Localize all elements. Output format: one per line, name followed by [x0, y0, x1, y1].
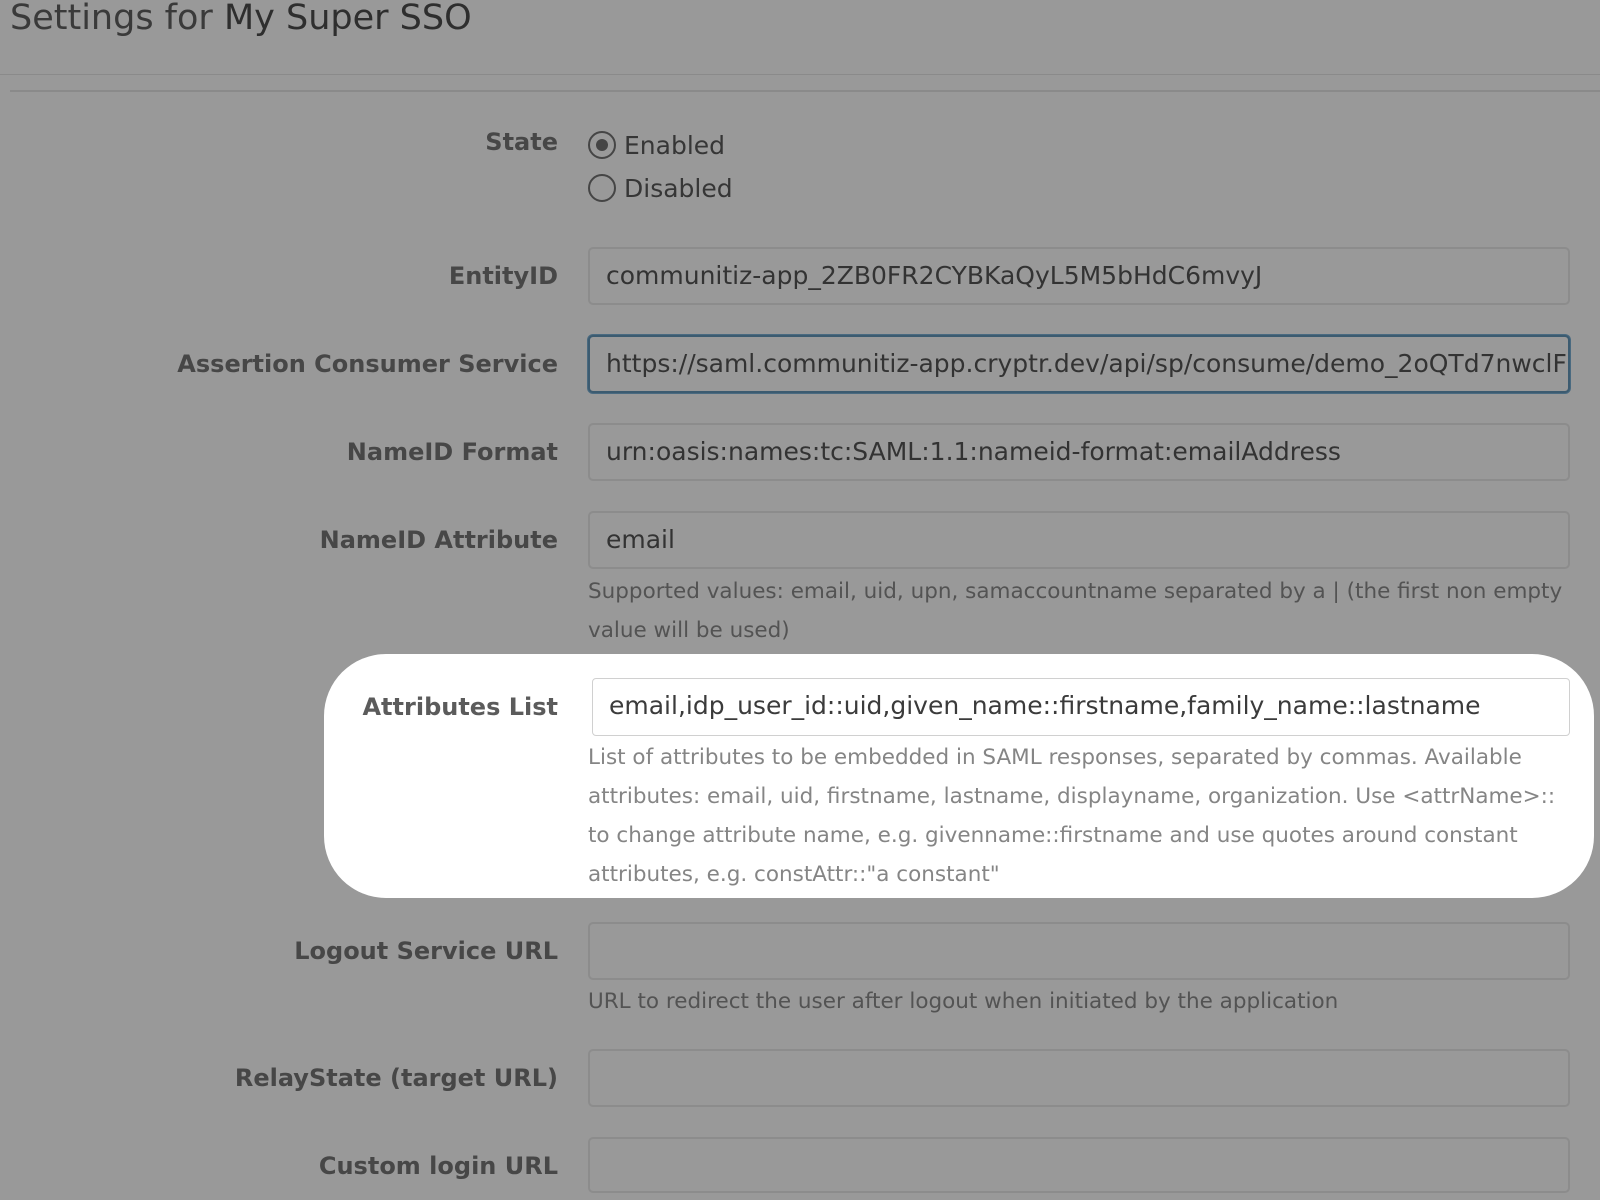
settings-page: Settings for My Super SSO State Enabled …	[0, 0, 1600, 1200]
page-title: Settings for My Super SSO	[10, 0, 472, 40]
header-divider	[0, 74, 1600, 75]
logout-url-label: Logout Service URL	[294, 937, 558, 965]
logout-url-input[interactable]	[588, 922, 1570, 980]
nameid-attribute-input[interactable]: email	[588, 511, 1570, 569]
relay-state-input[interactable]	[588, 1049, 1570, 1107]
relay-state-label: RelayState (target URL)	[234, 1064, 558, 1092]
acs-input[interactable]: https://saml.communitiz-app.cryptr.dev/a…	[588, 335, 1570, 393]
state-disabled-label: Disabled	[624, 173, 733, 203]
page-title-prefix: Settings for	[10, 0, 213, 38]
state-label: State	[485, 128, 558, 156]
custom-login-input[interactable]	[588, 1137, 1570, 1193]
custom-login-label: Custom login URL	[318, 1152, 558, 1180]
entity-id-label: EntityID	[448, 262, 558, 290]
section-divider	[10, 90, 1600, 92]
state-enabled-radio[interactable]: Enabled	[588, 125, 725, 165]
page-title-name: My Super SSO	[223, 0, 472, 38]
nameid-attribute-help: Supported values: email, uid, upn, samac…	[588, 579, 1563, 643]
attributes-list-label: Attributes List	[362, 693, 558, 721]
radio-unchecked-icon	[588, 174, 616, 202]
logout-url-help: URL to redirect the user after logout wh…	[588, 989, 1339, 1014]
acs-label: Assertion Consumer Service	[177, 350, 558, 378]
nameid-attribute-label: NameID Attribute	[319, 526, 558, 554]
nameid-format-input[interactable]: urn:oasis:names:tc:SAML:1.1:nameid-forma…	[588, 423, 1570, 481]
attributes-list-input[interactable]: email,idp_user_id::uid,given_name::first…	[592, 678, 1570, 736]
attributes-list-help: List of attributes to be embedded in SAM…	[588, 745, 1556, 887]
radio-checked-icon	[588, 131, 616, 159]
entity-id-input[interactable]: communitiz-app_2ZB0FR2CYBKaQyL5M5bHdC6mv…	[588, 247, 1570, 305]
nameid-format-label: NameID Format	[346, 438, 558, 466]
state-enabled-label: Enabled	[624, 130, 726, 160]
state-disabled-radio[interactable]: Disabled	[588, 168, 733, 208]
